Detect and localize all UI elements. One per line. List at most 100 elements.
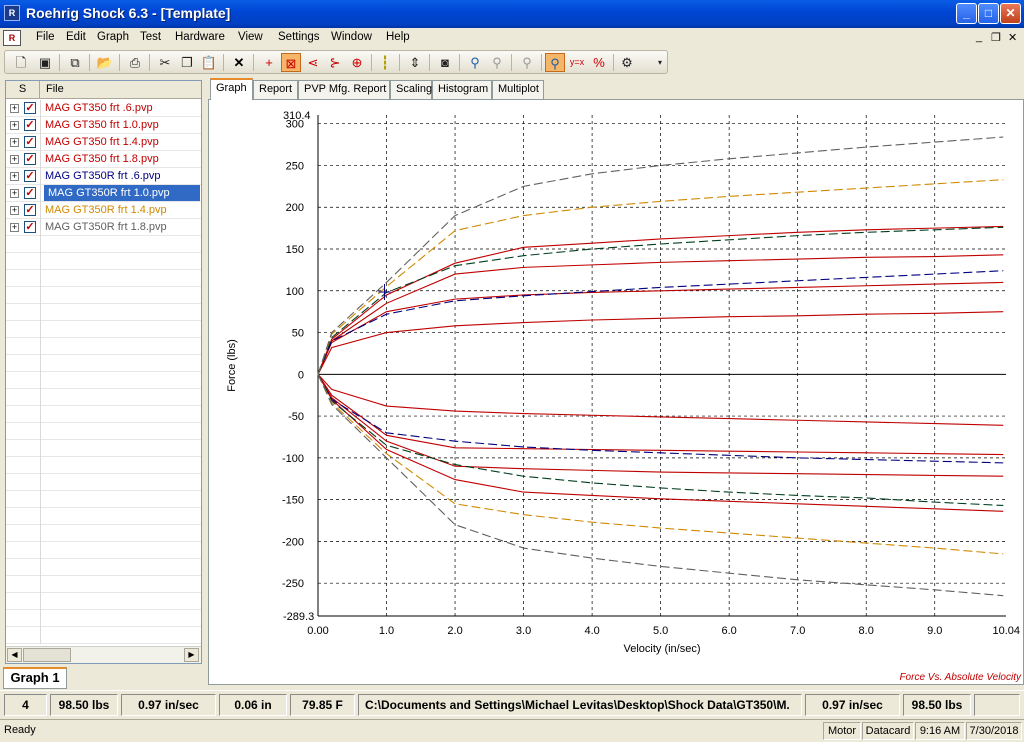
expand-icon[interactable]: + xyxy=(10,223,19,232)
expand-icon[interactable]: + xyxy=(10,155,19,164)
tab-pvp-mfg-report[interactable]: PVP Mfg. Report xyxy=(298,80,390,99)
file-checkbox[interactable]: ✓ xyxy=(24,119,36,131)
menu-edit[interactable]: Edit xyxy=(66,31,86,43)
cut-icon[interactable]: ✂ xyxy=(155,53,175,72)
expand-icon[interactable]: + xyxy=(10,121,19,130)
series-5-rebound-line xyxy=(317,270,1004,375)
zoom-reset-icon[interactable]: ⚲ xyxy=(517,53,537,72)
toolbar-overflow-icon[interactable]: ▾ xyxy=(655,53,665,72)
menu-test[interactable]: Test xyxy=(140,31,161,43)
scroll-thumb[interactable] xyxy=(23,648,71,662)
document-icon[interactable]: R xyxy=(3,30,21,46)
tab-report[interactable]: Report xyxy=(253,80,298,99)
file-checkbox[interactable]: ✓ xyxy=(24,170,36,182)
scroll-left-icon[interactable]: ◀ xyxy=(7,648,22,662)
wizard-icon[interactable]: ⚙ xyxy=(617,53,637,72)
empty-row xyxy=(6,559,201,576)
file-checkbox[interactable]: ✓ xyxy=(24,136,36,148)
x-tick-label: 1.0 xyxy=(379,625,394,637)
camera-icon[interactable]: ◙ xyxy=(435,53,455,72)
menu-view[interactable]: View xyxy=(238,31,263,43)
file-row[interactable]: + ✓ MAG GT350R frt .6.pvp xyxy=(6,168,201,185)
file-row[interactable]: + ✓ MAG GT350 frt 1.8.pvp xyxy=(6,151,201,168)
menu-file[interactable]: File xyxy=(36,31,55,43)
series-8-compression-line xyxy=(317,374,1004,597)
file-row[interactable]: + ✓ MAG GT350 frt 1.4.pvp xyxy=(6,134,201,151)
empty-row xyxy=(6,372,201,389)
empty-row xyxy=(6,304,201,321)
readout-file-path: C:\Documents and Settings\Michael Levita… xyxy=(358,694,802,716)
file-list-panel: S File + ✓ MAG GT350 frt .6.pvp + ✓ MAG GT350… xyxy=(5,80,202,664)
tab-histogram[interactable]: Histogram xyxy=(432,80,492,99)
mdi-close-button[interactable]: ✕ xyxy=(1008,31,1017,44)
file-checkbox[interactable]: ✓ xyxy=(24,153,36,165)
delete-icon[interactable]: ✕ xyxy=(229,53,249,72)
file-row[interactable]: + ✓ MAG GT350R frt 1.8.pvp xyxy=(6,219,201,236)
expand-icon[interactable]: + xyxy=(10,172,19,181)
new-file-icon[interactable]: 🗋 xyxy=(11,53,31,72)
paste-icon[interactable]: 📋 xyxy=(199,53,219,72)
file-row[interactable]: + ✓ MAG GT350 frt 1.0.pvp xyxy=(6,117,201,134)
menu-settings[interactable]: Settings xyxy=(278,31,320,43)
tab-graph[interactable]: Graph xyxy=(210,78,253,100)
probe-icon[interactable]: ┇ xyxy=(375,53,395,72)
maximize-button[interactable]: □ xyxy=(978,3,999,24)
save-icon[interactable]: ▣ xyxy=(35,53,55,72)
empty-row xyxy=(6,321,201,338)
x-tick-label: 9.0 xyxy=(927,625,942,637)
file-checkbox[interactable]: ✓ xyxy=(24,187,36,199)
percent-icon[interactable]: % xyxy=(589,53,609,72)
file-checkbox[interactable]: ✓ xyxy=(24,204,36,216)
expand-icon[interactable]: + xyxy=(10,206,19,215)
xy-icon[interactable]: y=x xyxy=(567,53,587,72)
phase-icon[interactable]: ⊕ xyxy=(347,53,367,72)
empty-row xyxy=(6,423,201,440)
zoom-active-icon[interactable]: ⚲ xyxy=(545,53,565,72)
zoom-in-icon[interactable]: ⚲ xyxy=(465,53,485,72)
file-name: MAG GT350R frt .6.pvp xyxy=(45,170,161,182)
empty-row xyxy=(6,491,201,508)
cursor-cross-icon[interactable]: + xyxy=(259,53,279,72)
tab-scaling[interactable]: Scaling xyxy=(390,80,432,99)
menu-graph[interactable]: Graph xyxy=(97,31,129,43)
mdi-minimize-button[interactable]: _ xyxy=(976,31,982,43)
title-bar: R Roehrig Shock 6.3 - [Template] _ □ ✕ xyxy=(0,0,1024,28)
expand-icon[interactable]: + xyxy=(10,189,19,198)
tab-graph-1[interactable]: Graph 1 xyxy=(3,667,67,689)
header-file[interactable]: File xyxy=(46,83,64,95)
force-velocity-chart[interactable]: 310.4300250200150100500-50-100-150-200-2… xyxy=(209,100,1023,684)
curve-left-icon[interactable]: ⋖ xyxy=(303,53,323,72)
copy-icon[interactable]: ❐ xyxy=(177,53,197,72)
zoom-out-icon[interactable]: ⚲ xyxy=(487,53,507,72)
header-s[interactable]: S xyxy=(6,81,40,98)
mdi-restore-button[interactable]: ❐ xyxy=(991,31,1001,44)
expand-icon[interactable]: + xyxy=(10,138,19,147)
tab-multiplot[interactable]: Multiplot xyxy=(492,80,544,99)
file-row[interactable]: + ✓ MAG GT350R frt 1.4.pvp xyxy=(6,202,201,219)
open-folder-icon[interactable]: 📂 xyxy=(95,53,115,72)
save-all-icon[interactable]: ⧉ xyxy=(65,53,85,72)
empty-row xyxy=(6,576,201,593)
y-tick-label: 300 xyxy=(286,119,304,131)
zoom-box-icon[interactable]: ⊠ xyxy=(281,53,301,72)
menu-help[interactable]: Help xyxy=(386,31,410,43)
file-row[interactable]: + ✓ MAG GT350R frt 1.0.pvp xyxy=(6,185,201,202)
menu-hardware[interactable]: Hardware xyxy=(175,31,225,43)
scroll-right-icon[interactable]: ▶ xyxy=(184,648,199,662)
readout-empty xyxy=(974,694,1020,716)
file-checkbox[interactable]: ✓ xyxy=(24,102,36,114)
horizontal-scrollbar[interactable]: ◀ ▶ xyxy=(6,646,201,663)
y-tick-label: -250 xyxy=(282,578,304,590)
print-icon[interactable]: ⎙ xyxy=(125,53,145,72)
file-name: MAG GT350R frt 1.4.pvp xyxy=(45,204,167,216)
minimize-button[interactable]: _ xyxy=(956,3,977,24)
menu-window[interactable]: Window xyxy=(331,31,372,43)
axis-icon[interactable]: ⇕ xyxy=(405,53,425,72)
close-button[interactable]: ✕ xyxy=(1000,3,1021,24)
x-axis-label: Velocity (in/sec) xyxy=(623,643,700,655)
file-checkbox[interactable]: ✓ xyxy=(24,221,36,233)
app-icon[interactable]: R xyxy=(4,5,20,21)
file-row[interactable]: + ✓ MAG GT350 frt .6.pvp xyxy=(6,100,201,117)
expand-icon[interactable]: + xyxy=(10,104,19,113)
curve-mark-icon[interactable]: ⊱ xyxy=(325,53,345,72)
